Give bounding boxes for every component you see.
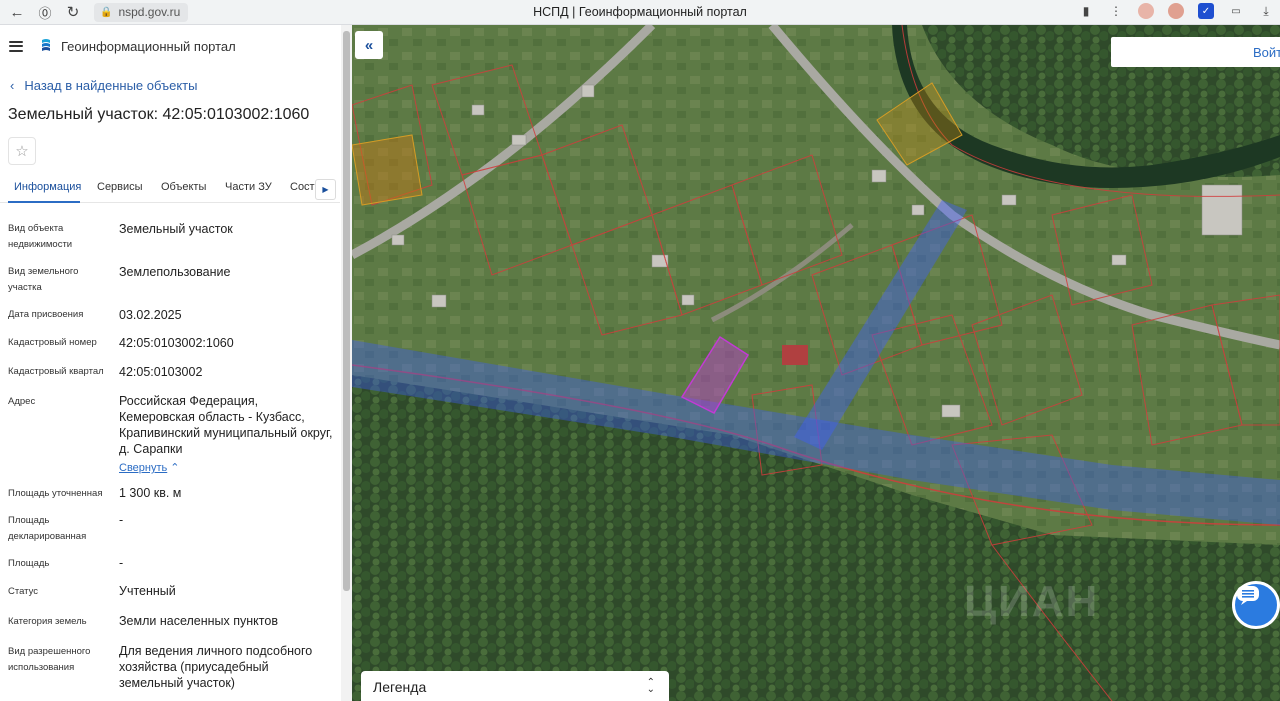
battery-icon: ▭ bbox=[1231, 5, 1241, 17]
prop-value: Земли населенных пунктов bbox=[119, 614, 278, 628]
legend-label: Легенда bbox=[373, 679, 427, 695]
yandex-icon[interactable]: ⓪ bbox=[34, 1, 56, 23]
tab-information[interactable]: Информация bbox=[14, 181, 81, 193]
collapse-address-link[interactable]: Свернуть ⌃ bbox=[119, 459, 334, 476]
portal-name[interactable]: Геоинформационный портал bbox=[61, 39, 236, 54]
chevron-up-icon: ⌃ bbox=[167, 462, 180, 474]
chevron-left-icon: ‹ bbox=[10, 78, 15, 93]
prop-label: Площадь декларированная bbox=[8, 515, 87, 542]
prop-value[interactable]: 42:05:0103002 bbox=[119, 364, 334, 380]
collapse-link-label: Свернуть bbox=[119, 462, 168, 474]
legend-panel[interactable]: Легенда ⌃ ⌄ bbox=[361, 671, 669, 701]
bookmark-icon[interactable]: ▮ bbox=[1078, 3, 1094, 19]
expand-icon[interactable]: ⌃ ⌄ bbox=[647, 678, 655, 695]
collapse-panel-button[interactable]: « bbox=[355, 31, 383, 59]
active-tab-indicator bbox=[8, 201, 80, 203]
back-icon[interactable]: ← bbox=[6, 1, 28, 23]
back-to-results-link[interactable]: ‹ Назад в найденные объекты bbox=[10, 78, 197, 93]
prop-label: Дата присвоения bbox=[8, 309, 84, 320]
prop-value: Учтенный bbox=[119, 584, 176, 598]
prop-label: Площадь bbox=[8, 558, 50, 569]
login-label: Войт bbox=[1253, 44, 1280, 60]
satellite-imagery[interactable] bbox=[352, 25, 1280, 701]
prop-label: Вид объекта недвижимости bbox=[8, 223, 73, 250]
address-bar[interactable]: 🔒 nspd.gov.ru bbox=[94, 2, 189, 22]
tab-parcel-parts[interactable]: Части ЗУ bbox=[225, 181, 272, 193]
prop-label: Адрес bbox=[8, 396, 36, 407]
prop-value[interactable]: 42:05:0103002:1060 bbox=[119, 335, 334, 351]
info-tabs: Информация Сервисы Объекты Части ЗУ Сост… bbox=[0, 175, 340, 203]
prop-label: Вид земельного участка bbox=[8, 266, 79, 293]
download-icon[interactable]: ⤓ bbox=[1258, 3, 1274, 19]
double-chevron-left-icon: « bbox=[364, 36, 374, 54]
tab-services[interactable]: Сервисы bbox=[97, 181, 143, 193]
prop-value: Для ведения личного подсобного хозяйства… bbox=[119, 644, 313, 690]
prop-value: Российская Федерация, Кемеровская област… bbox=[119, 394, 333, 456]
prop-value: - bbox=[119, 556, 124, 570]
reload-icon[interactable]: ↻ bbox=[62, 1, 84, 23]
menu-icon[interactable] bbox=[9, 40, 23, 52]
extension-icon[interactable] bbox=[1138, 3, 1154, 19]
tabs-scroll-right-button[interactable]: ▶ bbox=[315, 179, 336, 200]
lock-icon: 🔒 bbox=[100, 6, 113, 18]
watermark: ЦИАН bbox=[964, 577, 1100, 626]
panel-scrollbar-track[interactable] bbox=[341, 25, 352, 701]
object-info-panel: Геоинформационный портал ‹ Назад в найде… bbox=[0, 25, 352, 701]
url-text: nspd.gov.ru bbox=[118, 5, 181, 19]
star-icon: ☆ bbox=[15, 143, 29, 160]
tab-objects[interactable]: Объекты bbox=[161, 181, 206, 193]
chat-icon bbox=[1237, 586, 1259, 605]
panel-scrollbar-thumb[interactable] bbox=[343, 31, 350, 591]
prop-label: Категория земель bbox=[8, 616, 87, 627]
chat-button[interactable] bbox=[1232, 581, 1280, 629]
prop-label: Площадь уточненная bbox=[8, 488, 103, 499]
parcel-title: Земельный участок: 42:05:0103002:1060 bbox=[8, 106, 310, 123]
prop-label: Вид разрешенного использования bbox=[8, 646, 91, 673]
prop-label: Кадастровый номер bbox=[8, 337, 97, 348]
extension-icon[interactable] bbox=[1168, 3, 1184, 19]
prop-value: 1 300 кв. м bbox=[119, 486, 182, 500]
favorite-button[interactable]: ☆ bbox=[8, 137, 36, 165]
login-button[interactable]: Войт bbox=[1111, 37, 1280, 67]
prop-value: Земельный участок bbox=[119, 222, 233, 236]
prop-label: Статус bbox=[8, 586, 39, 597]
chevron-right-icon: ▶ bbox=[322, 185, 329, 194]
prop-label: Кадастровый квартал bbox=[8, 366, 104, 377]
back-link-label: Назад в найденные объекты bbox=[24, 78, 198, 93]
checkmark-icon[interactable]: ✓ bbox=[1198, 3, 1214, 19]
portal-logo-icon bbox=[39, 38, 53, 54]
browser-toolbar: ← ⓪ ↻ 🔒 nspd.gov.ru НСПД | Геоинформацио… bbox=[0, 0, 1280, 25]
map-view[interactable]: ЦИАН « Войт Легенда ⌃ ⌄ bbox=[352, 25, 1280, 701]
prop-value: Землепользование bbox=[119, 265, 231, 279]
more-icon[interactable]: ⋮ bbox=[1108, 3, 1124, 19]
prop-value: 03.02.2025 bbox=[119, 308, 182, 322]
prop-value: - bbox=[119, 513, 124, 527]
